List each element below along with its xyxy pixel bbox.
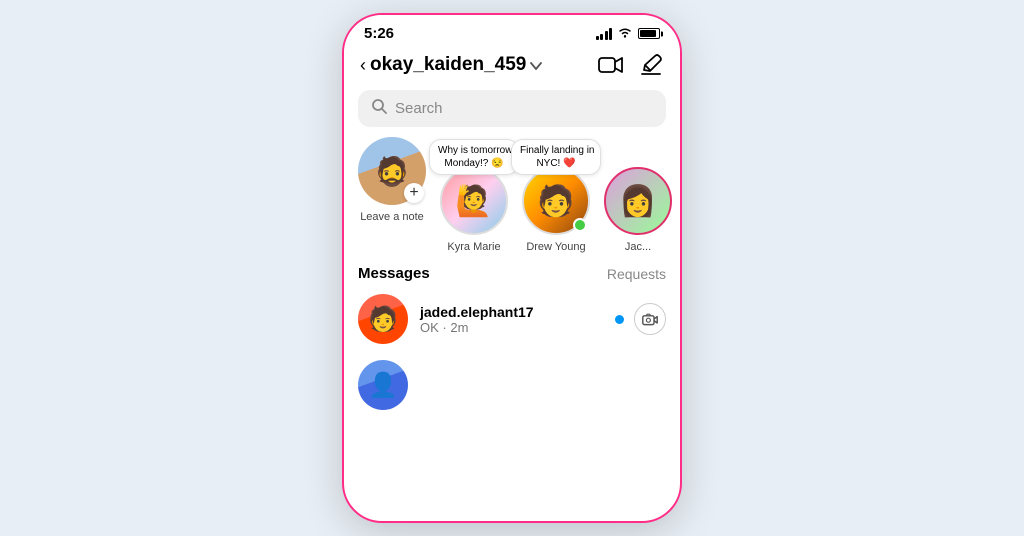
story-item-leave-note[interactable]: 🧔 + Leave a note [358,137,426,253]
messages-list: 🧑 jaded.elephant17 OK · 2m [344,286,680,521]
online-indicator [573,218,587,232]
tabs-row: Messages Requests [344,259,680,286]
video-call-button[interactable] [598,52,624,78]
back-button[interactable]: ‹ [360,55,366,76]
jac-avatar: 👩 [604,167,672,235]
battery-icon [638,28,660,39]
message-info: jaded.elephant17 OK · 2m [420,304,603,335]
story-item-kyra[interactable]: Why is tomorrowMonday!? 😒 🙋 Kyra Marie [440,167,508,253]
drew-note-bubble: Finally landing inNYC! ❤️ [511,139,601,175]
story-name-kyra: Kyra Marie [447,241,500,253]
stories-row: 🧔 + Leave a note Why is tomorrowMonday!?… [344,137,680,259]
story-name-leave-note: Leave a note [360,211,424,223]
story-name-jac: Jac... [625,241,651,253]
message-item-2[interactable]: 👤 [344,352,680,418]
status-bar: 5:26 [344,15,680,46]
story-item-drew[interactable]: Finally landing inNYC! ❤️ 🧑 Drew Young [522,167,590,253]
kyra-avatar: 🙋 [440,167,508,235]
header-actions [598,52,664,78]
signal-bars-icon [596,28,613,40]
unread-indicator [615,315,624,324]
message-preview: OK · 2m [420,320,603,335]
tab-messages[interactable]: Messages [358,265,430,282]
header: ‹ okay_kaiden_459 [344,46,680,86]
message-avatar: 🧑 [358,294,408,344]
story-item-jac[interactable]: 👩 Jac... [604,167,672,253]
status-time: 5:26 [364,25,394,42]
message-username: jaded.elephant17 [420,304,603,320]
story-name-drew: Drew Young [526,241,585,253]
message-avatar-2: 👤 [358,360,408,410]
wifi-icon [617,26,633,41]
camera-story-button[interactable] [634,303,666,335]
tab-requests[interactable]: Requests [607,266,666,282]
message-item[interactable]: 🧑 jaded.elephant17 OK · 2m [344,286,680,352]
search-icon [372,99,387,118]
phone-frame: 5:26 ‹ okay_kaid [342,13,682,523]
message-actions [615,303,666,335]
header-title[interactable]: okay_kaiden_459 [370,54,598,76]
plus-badge: + [404,183,424,203]
status-icons [596,26,661,41]
search-placeholder: Search [395,100,443,117]
username-label: okay_kaiden_459 [370,54,526,76]
chevron-down-icon [530,57,542,73]
kyra-note-bubble: Why is tomorrowMonday!? 😒 [429,139,519,175]
compose-button[interactable] [638,52,664,78]
search-bar[interactable]: Search [358,90,666,127]
